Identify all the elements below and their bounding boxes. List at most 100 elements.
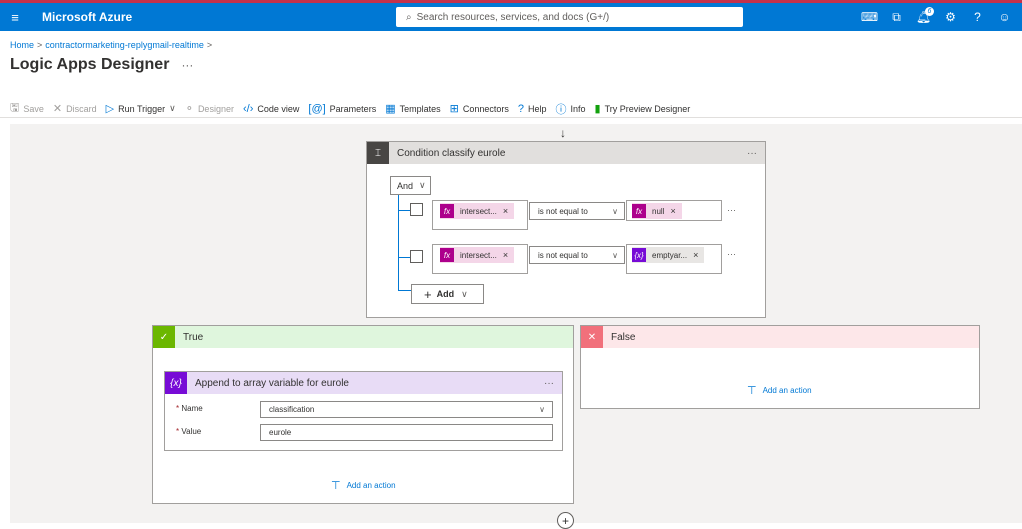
try-preview-designer-button[interactable]: ▮ Try Preview Designer [595, 102, 691, 115]
toolbar-divider [0, 117, 1022, 118]
checkmark-icon: ✓ [153, 326, 175, 348]
help-button[interactable]: ? Help [518, 103, 547, 115]
true-branch: ✓ True {x} Append to array variable for … [152, 325, 574, 504]
false-branch-header[interactable]: ✕ False [581, 326, 979, 348]
code-view-button[interactable]: ‹/› Code view [243, 103, 299, 115]
breadcrumb-home[interactable]: Home [10, 40, 34, 50]
question-icon: ? [517, 102, 525, 115]
false-add-action-button[interactable]: ⊤ Add an action [747, 384, 812, 397]
connectors-button[interactable]: ⊞ Connectors [450, 102, 509, 115]
designer-icon: ⚬ [184, 103, 194, 115]
cloud-shell-icon[interactable]: ⌨ [856, 10, 883, 24]
chevron-down-icon: ∨ [612, 206, 618, 216]
notification-badge: 6 [925, 7, 934, 16]
feedback-icon[interactable]: ☺ [991, 10, 1018, 24]
chevron-down-icon: ∨ [461, 288, 468, 299]
true-branch-title: True [183, 331, 204, 343]
parameters-button[interactable]: [@] Parameters [308, 103, 376, 115]
chevron-down-icon: ∨ [169, 103, 176, 113]
variable-icon: {x} [165, 372, 187, 394]
append-action-title: Append to array variable for eurole [195, 377, 349, 389]
hamburger-menu-icon[interactable]: ≡ [0, 10, 30, 25]
close-icon: ✕ [52, 103, 63, 115]
variable-name-dropdown[interactable]: classification ∨ [260, 401, 553, 418]
play-icon: ▷ [105, 103, 115, 115]
condition-branch-line [398, 290, 412, 291]
append-action-header[interactable]: {x} Append to array variable for eurole … [165, 372, 562, 394]
condition-more-icon[interactable]: ··· [747, 148, 757, 159]
save-button[interactable]: 🖫 Save [10, 99, 44, 118]
right-operand-field[interactable]: fx null × [626, 200, 722, 221]
group-operator-dropdown[interactable]: And ∨ [390, 176, 431, 195]
search-icon: ⌕ [406, 11, 412, 23]
help-icon[interactable]: ? [964, 10, 991, 24]
row-checkbox[interactable] [410, 203, 423, 216]
function-token[interactable]: fx null × [632, 203, 682, 219]
left-operand-field[interactable]: fx intersect... × [432, 244, 528, 274]
azure-top-bar: ≡ Microsoft Azure ⌕ Search resources, se… [0, 3, 1022, 31]
chevron-down-icon: ∨ [539, 405, 545, 414]
true-branch-header[interactable]: ✓ True [153, 326, 573, 348]
right-operand-field[interactable]: {x} emptyar... × [626, 244, 722, 274]
left-operand-field[interactable]: fx intersect... × [432, 200, 528, 230]
chevron-down-icon: ∨ [612, 250, 618, 260]
breadcrumb-separator: > [206, 40, 213, 50]
remove-token-icon[interactable]: × [503, 206, 508, 216]
discard-button[interactable]: ✕ Discard [53, 102, 97, 115]
false-branch-title: False [611, 331, 636, 343]
required-marker: * [176, 427, 180, 436]
function-token[interactable]: fx intersect... × [440, 247, 515, 263]
directory-filter-icon[interactable]: ⧉ [883, 10, 910, 25]
operator-dropdown[interactable]: is not equal to ∨ [529, 202, 625, 220]
false-branch: ✕ False ⊤ Add an action [580, 325, 980, 409]
remove-token-icon[interactable]: × [693, 250, 698, 260]
page-more-icon[interactable]: ··· [181, 58, 193, 72]
chevron-down-icon: ∨ [419, 180, 426, 190]
row-checkbox[interactable] [410, 250, 423, 263]
parameters-icon: [@] [308, 102, 326, 115]
brand-link[interactable]: Microsoft Azure [42, 10, 132, 24]
append-action-more-icon[interactable]: ··· [544, 378, 554, 389]
remove-token-icon[interactable]: × [670, 206, 675, 216]
save-icon: 🖫 [10, 102, 20, 114]
arrow-down-icon: ↓ [560, 126, 566, 140]
search-placeholder: Search resources, services, and docs (G+… [416, 11, 610, 23]
name-field-label: * Name [176, 404, 203, 413]
variable-value-input[interactable]: eurole [260, 424, 553, 441]
notifications-icon[interactable]: 🔔︎ 6 [910, 7, 937, 24]
true-add-action-button[interactable]: ⊤ Add an action [331, 479, 396, 492]
required-marker: * [176, 404, 180, 413]
function-icon: fx [632, 204, 646, 218]
breadcrumb: Home > contractormarketing-replygmail-real… [10, 40, 215, 50]
variable-icon: {x} [632, 248, 646, 262]
templates-button[interactable]: ▦ Templates [385, 102, 440, 115]
condition-title: Condition classify eurole [397, 147, 506, 159]
row-more-icon[interactable]: ··· [727, 249, 736, 259]
page-title-row: Logic Apps Designer ··· [10, 56, 193, 74]
row-more-icon[interactable]: ··· [727, 205, 736, 215]
settings-icon[interactable]: ⚙ [937, 10, 964, 24]
condition-header[interactable]: ⌶ Condition classify eurole ··· [367, 142, 765, 164]
function-token[interactable]: fx intersect... × [440, 203, 515, 219]
add-condition-button[interactable]: + Add ∨ [411, 284, 484, 304]
run-trigger-button[interactable]: ▷ Run Trigger ∨ [106, 102, 176, 115]
value-field-label: * Value [176, 427, 202, 436]
add-action-icon: ⊤ [747, 385, 757, 397]
variable-token[interactable]: {x} emptyar... × [632, 247, 705, 263]
add-action-icon: ⊤ [331, 480, 341, 492]
insert-step-plus-icon[interactable]: + [557, 512, 574, 529]
plus-icon: + [424, 286, 432, 302]
designer-toolbar: 🖫 Save ✕ Discard ▷ Run Trigger ∨ ⚬ Designer ‹… [10, 99, 699, 118]
append-variable-action-card: {x} Append to array variable for eurole … [164, 371, 563, 451]
search-box[interactable]: ⌕ Search resources, services, and docs (… [396, 7, 743, 27]
remove-token-icon[interactable]: × [503, 250, 508, 260]
code-icon: ‹/› [242, 102, 254, 115]
breadcrumb-separator: > [37, 40, 43, 50]
operator-dropdown[interactable]: is not equal to ∨ [529, 246, 625, 264]
info-button[interactable]: ⓘ Info [556, 101, 586, 117]
breadcrumb-resource[interactable]: contractormarketing-replygmail-realtime [45, 40, 204, 50]
function-icon: fx [440, 204, 454, 218]
close-icon: ✕ [581, 326, 603, 348]
bookmark-icon: ▮ [594, 103, 601, 115]
designer-button[interactable]: ⚬ Designer [185, 102, 234, 115]
